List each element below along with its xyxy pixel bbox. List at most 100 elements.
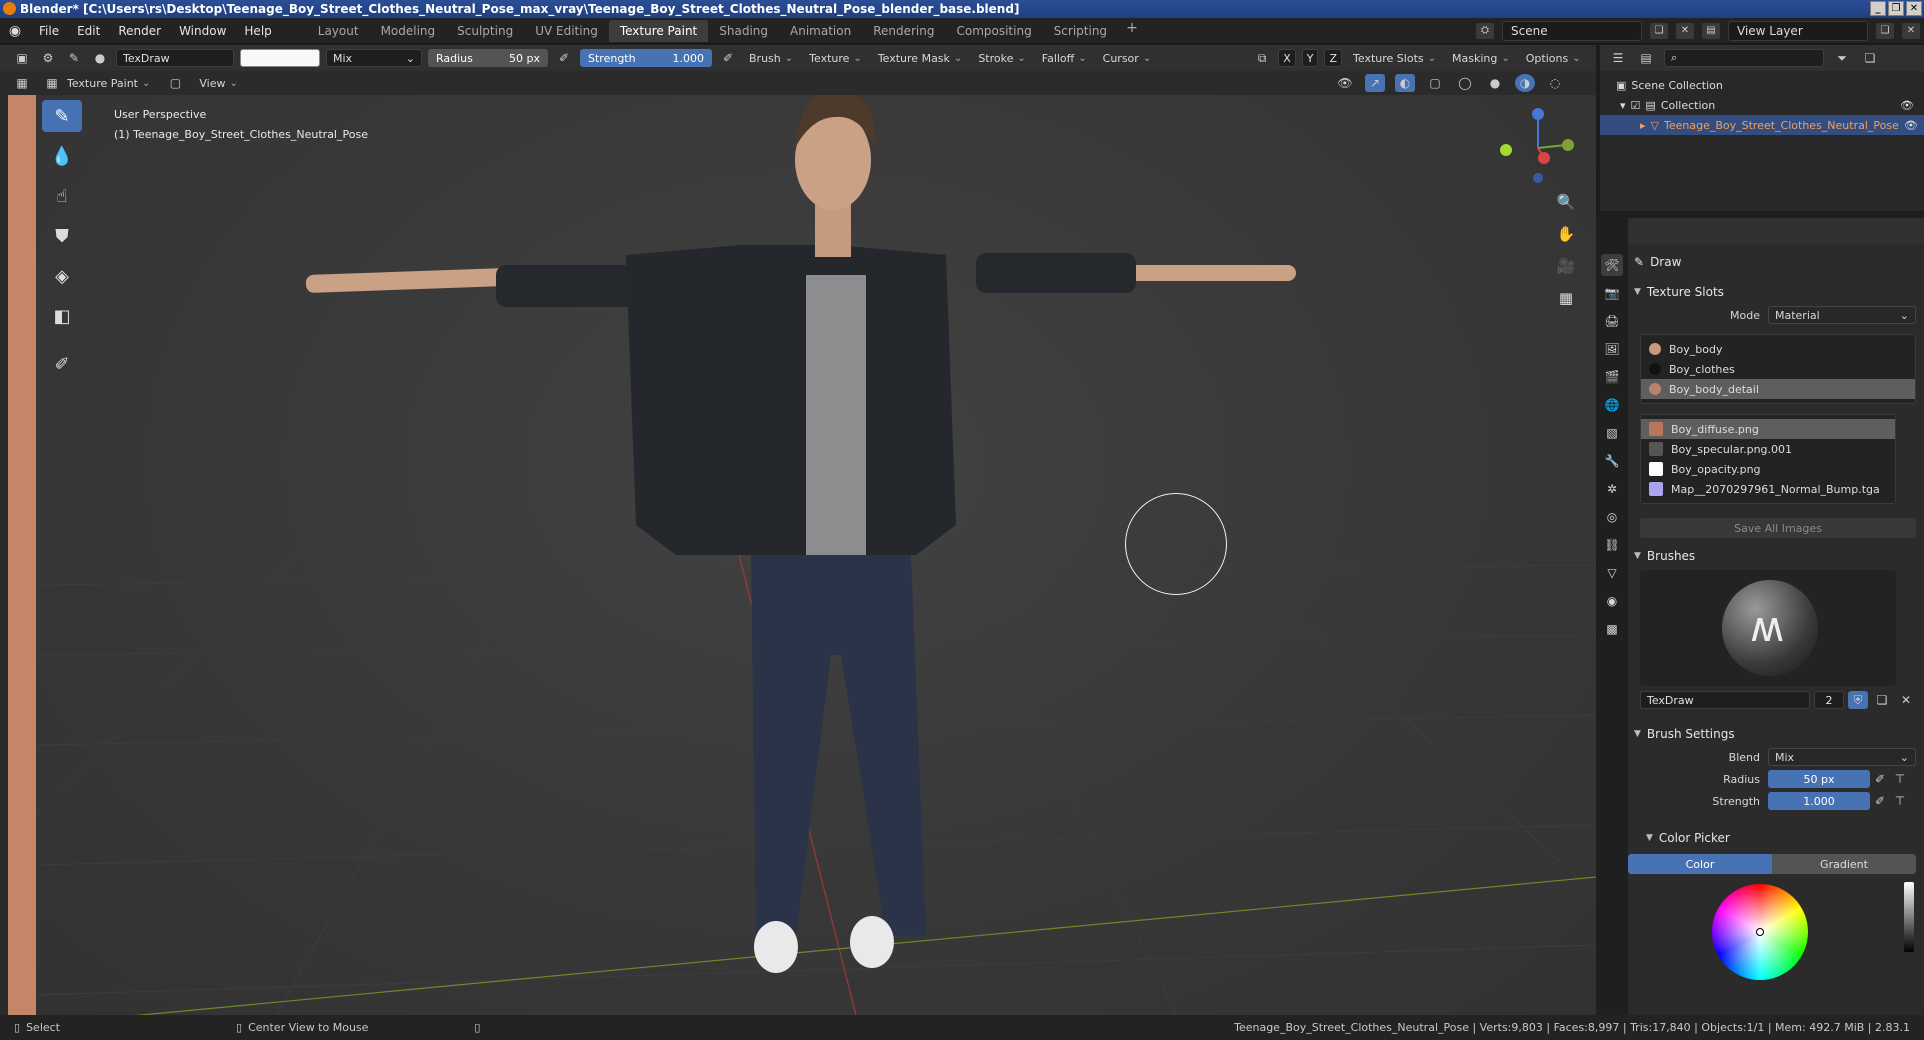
tab-color[interactable]: Color: [1628, 854, 1772, 874]
tab-rendering[interactable]: Rendering: [862, 20, 945, 42]
texture-tab-icon[interactable]: ▩: [1601, 618, 1623, 640]
brush-dropdown[interactable]: Brush: [744, 52, 798, 65]
zoom-icon[interactable]: 🔍: [1552, 190, 1580, 214]
view-layer-tab-icon[interactable]: 🖼: [1601, 338, 1623, 360]
radius-pressure-icon[interactable]: ✐: [554, 49, 574, 67]
color-wheel-handle[interactable]: [1756, 928, 1764, 936]
new-scene-icon[interactable]: ❏: [1650, 22, 1668, 39]
menu-render[interactable]: Render: [109, 24, 170, 38]
strength-pressure-icon[interactable]: ✐: [1870, 792, 1890, 810]
axis-y-toggle[interactable]: Y: [1301, 49, 1319, 67]
image-list[interactable]: Boy_diffuse.png Boy_specular.png.001 Boy…: [1640, 414, 1896, 504]
wireframe-shading-icon[interactable]: ◯: [1455, 74, 1475, 92]
texture-slots-section[interactable]: ▼ Texture Slots: [1628, 280, 1924, 304]
physics-tab-icon[interactable]: ◎: [1601, 506, 1623, 528]
draw-tool-button[interactable]: ✎: [42, 100, 82, 132]
scene-field[interactable]: Scene: [1502, 20, 1642, 41]
cursor-dropdown[interactable]: Cursor: [1098, 52, 1157, 65]
texture-mask-dropdown[interactable]: Texture Mask: [873, 52, 968, 65]
tab-modeling[interactable]: Modeling: [370, 20, 447, 42]
paint-mask-icon[interactable]: ▢: [165, 74, 185, 92]
rendered-shading-icon[interactable]: ◌: [1545, 74, 1565, 92]
add-workspace-icon[interactable]: +: [1118, 20, 1146, 42]
list-item[interactable]: Boy_specular.png.001: [1641, 439, 1895, 459]
view-layer-icon[interactable]: ▤: [1702, 22, 1720, 39]
eye-icon[interactable]: 👁: [1900, 99, 1914, 112]
brush-icon[interactable]: ✎: [64, 49, 84, 67]
menu-help[interactable]: Help: [235, 24, 280, 38]
outliner-object[interactable]: ▸ ▽ Teenage_Boy_Street_Clothes_Neutral_P…: [1600, 115, 1924, 135]
navigation-gizmo[interactable]: [1490, 100, 1580, 190]
camera-icon[interactable]: 🎥: [1552, 254, 1580, 278]
tab-texture-paint[interactable]: Texture Paint: [608, 19, 709, 42]
render-tab-icon[interactable]: 📷: [1601, 282, 1623, 304]
solid-shading-icon[interactable]: ●: [1485, 74, 1505, 92]
visibility-icon[interactable]: 👁: [1335, 74, 1355, 92]
scene-icon[interactable]: ⛭: [1476, 22, 1494, 39]
object-tab-icon[interactable]: ▧: [1601, 422, 1623, 444]
fill-tool-button[interactable]: ◈: [42, 260, 82, 292]
minimize-icon[interactable]: _: [1870, 1, 1886, 16]
constraints-tab-icon[interactable]: ⛓: [1601, 534, 1623, 556]
new-view-layer-icon[interactable]: ❏: [1876, 22, 1894, 39]
expand-icon[interactable]: ▾: [1620, 99, 1626, 112]
mode-select[interactable]: Material ⌄: [1768, 306, 1916, 324]
blend-select[interactable]: Mix ⌄: [1768, 748, 1916, 766]
uv-editor-icon[interactable]: ▦: [12, 74, 32, 92]
radius-slider[interactable]: 50 px: [1768, 770, 1870, 788]
menu-edit[interactable]: Edit: [68, 24, 109, 38]
material-tab-icon[interactable]: ◉: [1601, 590, 1623, 612]
outliner-editor-icon[interactable]: ☰: [1608, 49, 1628, 67]
3d-viewport[interactable]: User Perspective (1) Teenage_Boy_Street_…: [36, 95, 1596, 1015]
checkbox-icon[interactable]: ☑: [1631, 99, 1641, 112]
strength-slider[interactable]: 1.000: [1768, 792, 1870, 810]
tab-compositing[interactable]: Compositing: [945, 20, 1042, 42]
falloff-dropdown[interactable]: Falloff: [1037, 52, 1092, 65]
list-item[interactable]: Boy_opacity.png: [1641, 459, 1895, 479]
pan-hand-icon[interactable]: ✋: [1552, 222, 1580, 246]
color-wheel[interactable]: [1712, 884, 1808, 980]
blender-menu-icon[interactable]: ◉: [0, 23, 30, 39]
particles-tab-icon[interactable]: ✲: [1601, 478, 1623, 500]
menu-file[interactable]: File: [30, 24, 68, 38]
output-tab-icon[interactable]: 🖨: [1601, 310, 1623, 332]
list-item[interactable]: Map__2070297961_Normal_Bump.tga: [1641, 479, 1895, 499]
radius-slider[interactable]: Radius 50 px: [428, 49, 548, 67]
display-mode-icon[interactable]: ▤: [1636, 49, 1656, 67]
menu-window[interactable]: Window: [170, 24, 235, 38]
clone-tool-button[interactable]: ⛊: [42, 220, 82, 252]
tab-shading[interactable]: Shading: [708, 20, 779, 42]
editor-type-icon[interactable]: ▣: [12, 49, 32, 67]
view-layer-field[interactable]: View Layer: [1728, 20, 1868, 41]
list-item[interactable]: Boy_body: [1641, 339, 1915, 359]
texture-slots-dropdown[interactable]: Texture Slots: [1348, 52, 1441, 65]
list-item[interactable]: Boy_clothes: [1641, 359, 1915, 379]
tab-gradient[interactable]: Gradient: [1772, 854, 1916, 874]
outliner-collection[interactable]: ▾ ☑ ▤ Collection 👁: [1600, 95, 1924, 115]
material-list[interactable]: Boy_body Boy_clothes Boy_body_detail: [1640, 334, 1916, 404]
tool-settings-icon[interactable]: ⚙: [38, 49, 58, 67]
mode-select[interactable]: Texture Paint: [62, 77, 155, 90]
brush-name-field[interactable]: TexDraw: [1640, 691, 1810, 709]
stroke-dropdown[interactable]: Stroke: [973, 52, 1030, 65]
brush-name-field[interactable]: TexDraw: [116, 49, 234, 67]
fake-user-icon[interactable]: ●: [90, 49, 110, 67]
expand-icon[interactable]: ▸: [1640, 119, 1646, 132]
brush-color-swatch[interactable]: [240, 49, 320, 67]
symmetry-icon[interactable]: ⧉: [1252, 49, 1272, 67]
delete-view-layer-icon[interactable]: ✕: [1902, 22, 1920, 39]
soften-tool-button[interactable]: 💧: [42, 140, 82, 172]
tab-uv-editing[interactable]: UV Editing: [524, 20, 609, 42]
overlay-icon[interactable]: ◐: [1395, 74, 1415, 92]
modifier-tab-icon[interactable]: 🔧: [1601, 450, 1623, 472]
new-collection-icon[interactable]: ❏: [1860, 49, 1880, 67]
tab-layout[interactable]: Layout: [307, 20, 370, 42]
outliner-search-input[interactable]: ⌕: [1664, 49, 1824, 67]
strength-unit-icon[interactable]: ⊤: [1890, 792, 1910, 810]
close-icon[interactable]: ✕: [1906, 1, 1922, 16]
color-picker-section[interactable]: ▼ Color Picker: [1628, 826, 1924, 850]
tab-scripting[interactable]: Scripting: [1043, 20, 1118, 42]
view-menu[interactable]: View: [195, 77, 242, 90]
xray-icon[interactable]: ▢: [1425, 74, 1445, 92]
unlink-brush-icon[interactable]: ✕: [1896, 691, 1916, 709]
